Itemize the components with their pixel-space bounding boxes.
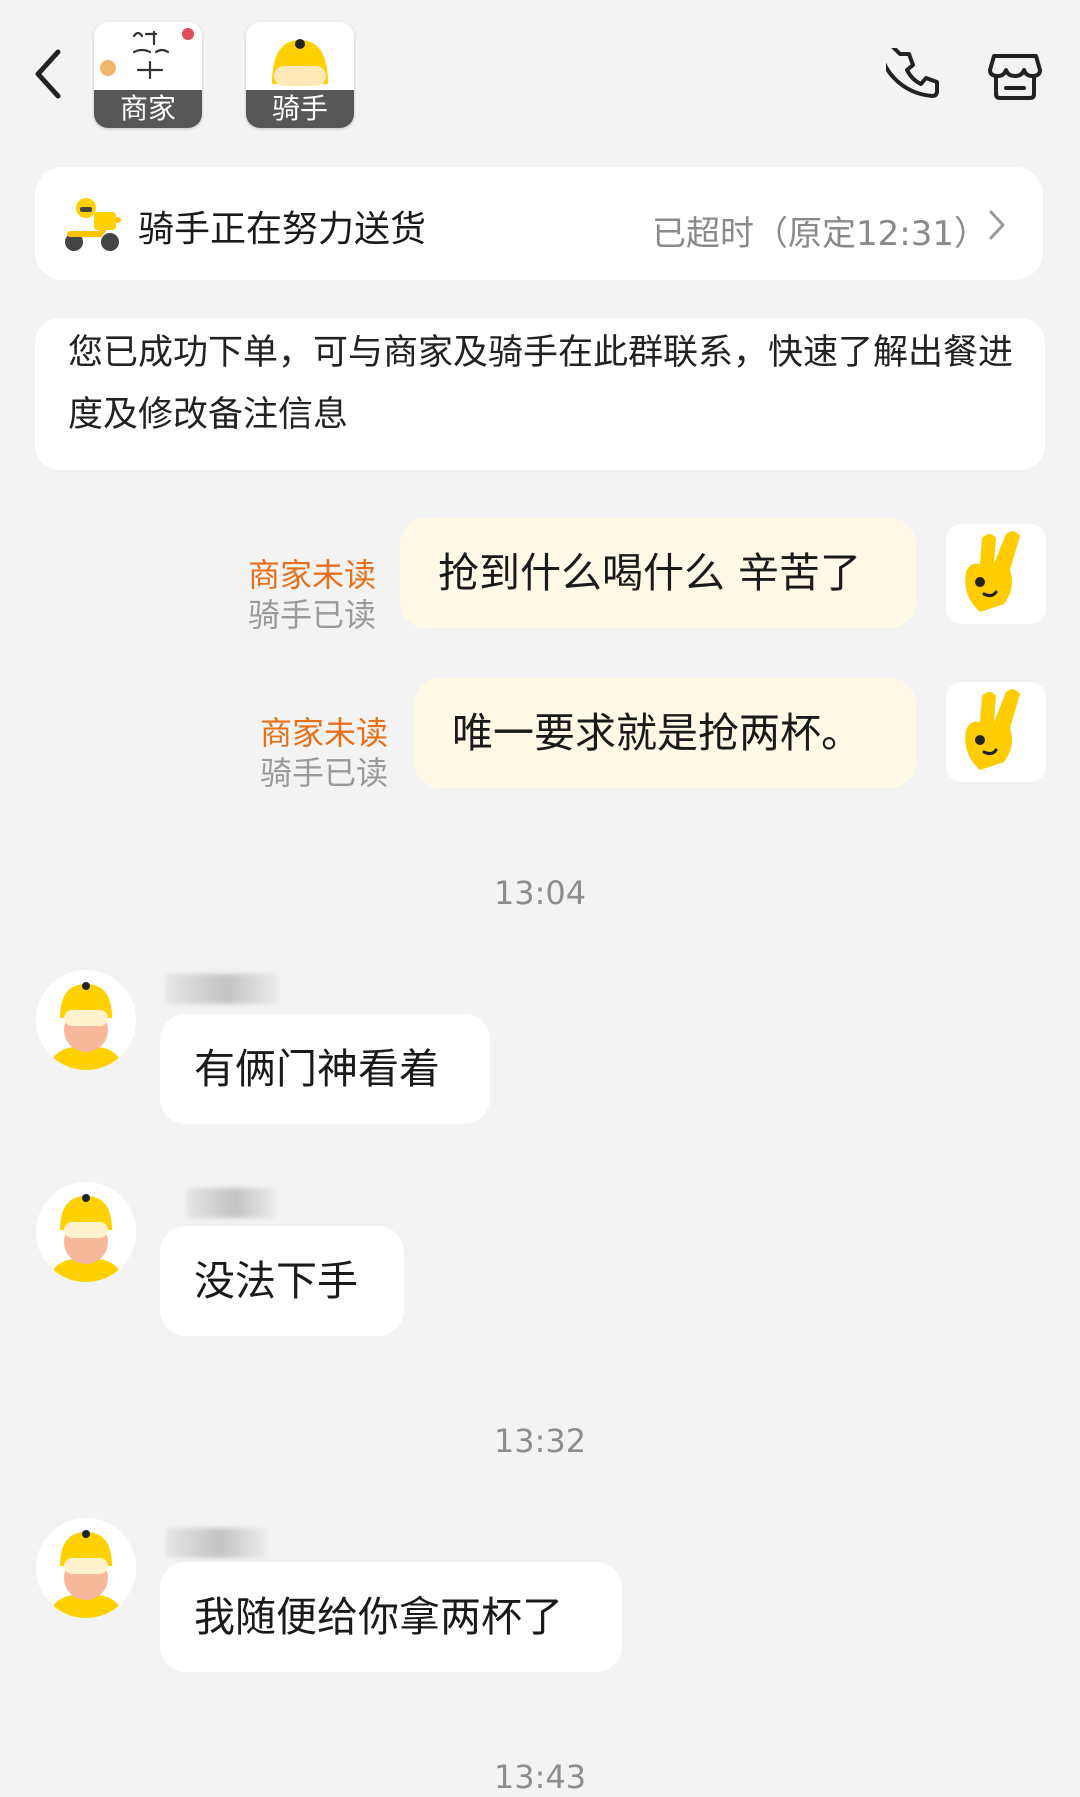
incoming-message[interactable]: 有俩门神看着 — [160, 1014, 490, 1124]
incoming-message[interactable]: 没法下手 — [160, 1226, 404, 1336]
phone-icon — [877, 36, 939, 98]
rider-helmet-icon — [36, 970, 136, 1070]
overdue-status: 已超时（原定12:31） — [652, 214, 988, 254]
rider-tab-label: 骑手 — [246, 90, 354, 128]
outgoing-message[interactable]: 唯一要求就是抢两杯。 — [414, 678, 916, 788]
self-avatar[interactable] — [946, 682, 1046, 782]
timestamp: 13:32 — [493, 1422, 587, 1460]
scooter-rider-icon — [65, 198, 121, 251]
sender-name-blurred — [166, 1528, 266, 1558]
hand-mascot-icon — [965, 689, 1020, 770]
rider-read-status: 骑手已读 — [260, 754, 389, 792]
rider-avatar[interactable] — [36, 1182, 136, 1282]
chevron-right-icon — [989, 210, 1005, 240]
rider-helmet-icon — [36, 1182, 136, 1282]
self-avatar[interactable] — [946, 524, 1046, 624]
hand-mascot-icon — [965, 531, 1020, 612]
rider-tab[interactable]: 骑手 — [246, 22, 354, 128]
back-icon — [35, 49, 61, 99]
store-icon — [988, 54, 1042, 100]
sender-name-blurred — [186, 1188, 276, 1218]
merchant-tab-label: 商家 — [94, 90, 202, 128]
incoming-message[interactable]: 我随便给你拿两杯了 — [160, 1562, 622, 1672]
timestamp: 13:04 — [493, 874, 587, 912]
store-button[interactable] — [986, 46, 1042, 102]
call-button[interactable] — [877, 36, 942, 104]
system-message-text: 您已成功下单，可与商家及骑手在此群联系，快速了解出餐进度及修改备注信息 — [68, 333, 1014, 435]
rider-avatar[interactable] — [36, 1518, 136, 1618]
back-button[interactable] — [30, 44, 70, 104]
delivery-status-title: 骑手正在努力送货 — [138, 209, 427, 250]
timestamp: 13:43 — [493, 1758, 587, 1796]
outgoing-message[interactable]: 抢到什么喝什么 辛苦了 — [400, 518, 916, 628]
rider-avatar[interactable] — [36, 970, 136, 1070]
rider-read-status: 骑手已读 — [248, 596, 377, 634]
rider-helmet-icon — [36, 1518, 136, 1618]
merchant-tab[interactable]: 商家 — [94, 22, 202, 128]
sender-name-blurred — [166, 974, 278, 1004]
